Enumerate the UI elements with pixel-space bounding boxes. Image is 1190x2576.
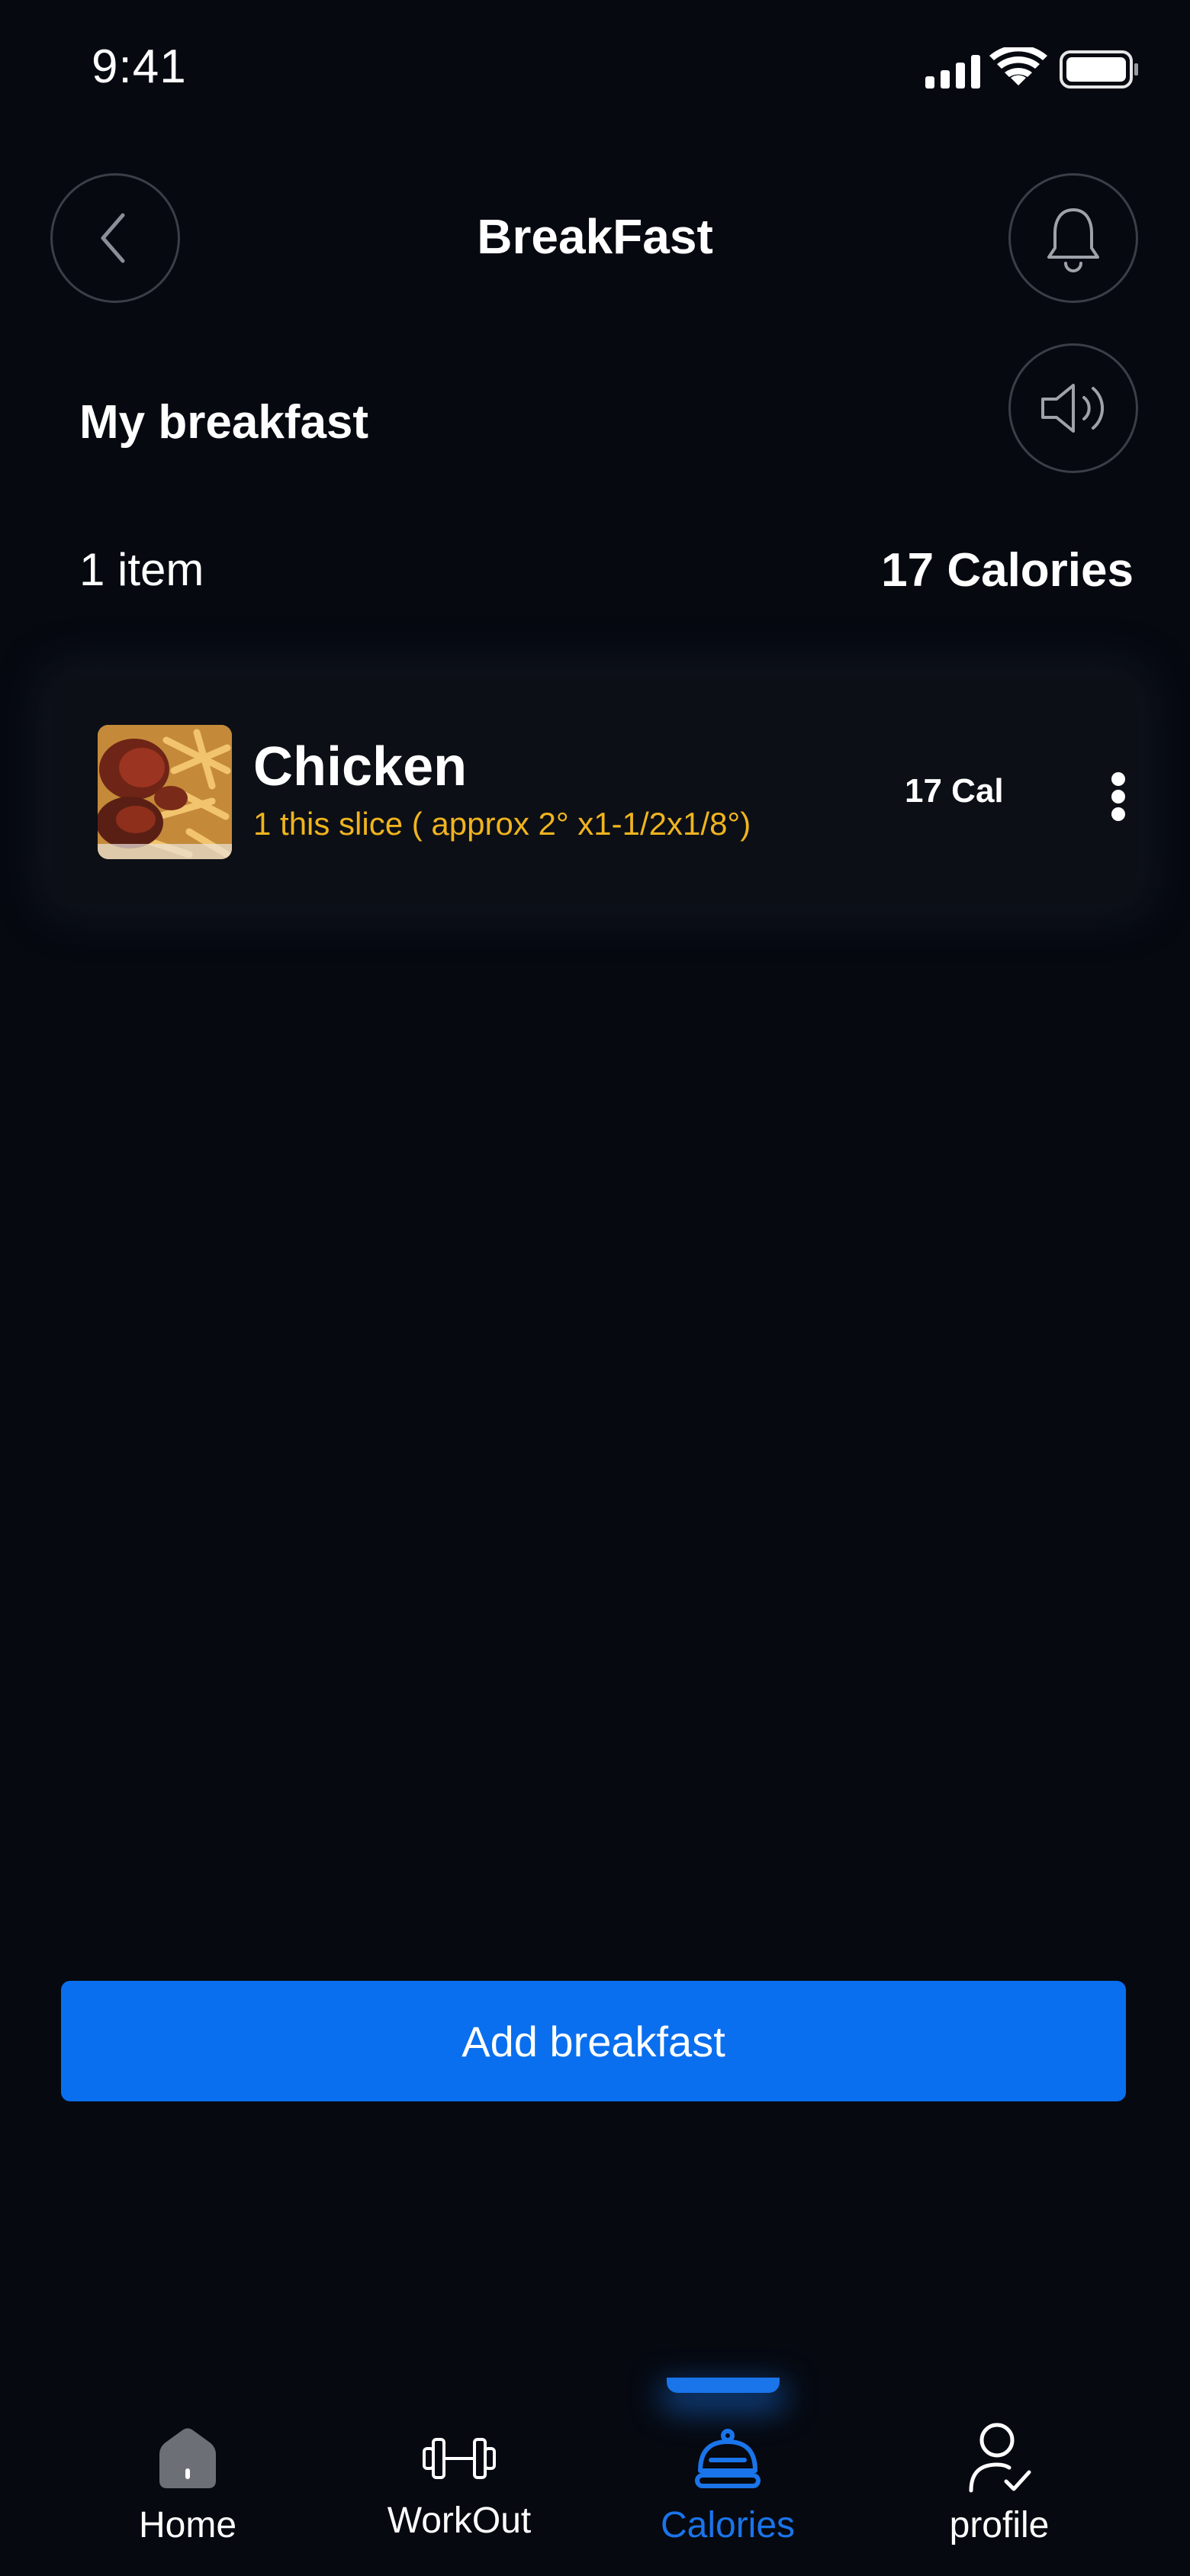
add-breakfast-button[interactable]: Add breakfast xyxy=(61,1981,1126,2101)
food-serving-description: 1 this slice ( approx 2° x1-1/2x1/8°) xyxy=(253,806,751,842)
status-time: 9:41 xyxy=(92,40,187,93)
nav-item-workout[interactable]: WorkOut xyxy=(345,2373,574,2576)
food-thumbnail xyxy=(98,725,232,859)
sound-button[interactable] xyxy=(1008,343,1138,473)
food-calories: 17 Cal xyxy=(905,772,1004,810)
total-calories: 17 Calories xyxy=(881,544,1134,597)
bell-icon xyxy=(1047,208,1099,272)
food-name: Chicken xyxy=(253,736,468,797)
items-count: 1 item xyxy=(79,544,204,595)
more-options-button[interactable] xyxy=(1095,766,1141,827)
nav-label-calories: Calories xyxy=(660,2505,796,2545)
battery-icon xyxy=(1060,50,1138,89)
nav-label-profile: profile xyxy=(949,2505,1050,2545)
bottom-nav: Home WorkOut Calories profile xyxy=(0,2373,1190,2576)
speaker-icon xyxy=(1041,384,1105,433)
food-item-card[interactable]: Chicken 1 this slice ( approx 2° x1-1/2x… xyxy=(50,675,1140,905)
user-check-icon xyxy=(961,2420,1037,2497)
more-vertical-icon xyxy=(1111,772,1125,786)
section-title: My breakfast xyxy=(79,396,369,449)
notifications-button[interactable] xyxy=(1008,173,1138,303)
nav-item-home[interactable]: Home xyxy=(73,2373,302,2576)
nav-item-calories[interactable]: Calories xyxy=(613,2373,842,2576)
nav-label-workout: WorkOut xyxy=(387,2500,532,2541)
nav-item-profile[interactable]: profile xyxy=(885,2373,1114,2576)
nav-label-home: Home xyxy=(138,2505,237,2545)
food-cloche-icon xyxy=(690,2420,766,2497)
signal-icon xyxy=(925,55,980,89)
home-icon xyxy=(150,2420,226,2497)
wifi-icon xyxy=(989,44,1047,85)
dumbbell-icon xyxy=(421,2420,497,2497)
status-icons xyxy=(919,44,1140,93)
